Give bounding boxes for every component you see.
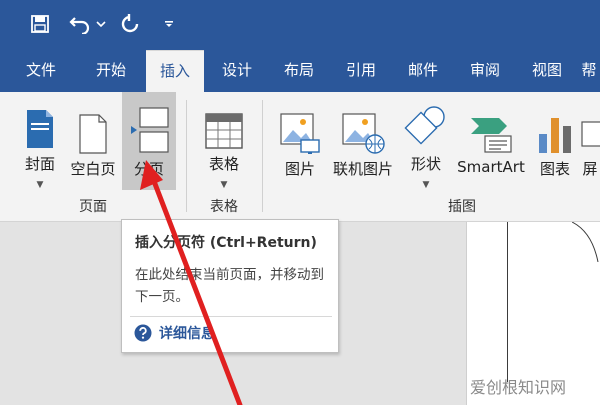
online-picture-icon [341,98,385,154]
tell-me-more-label: 详细信息 [159,326,215,342]
undo-icon[interactable] [66,10,94,38]
screenshot-icon [580,98,600,154]
tooltip-divider [130,316,332,317]
table-label: 表格 [208,155,239,173]
illustrations-group-label: 插图 [448,199,476,215]
tooltip-title: 插入分页符 (Ctrl+Return) [135,235,317,251]
watermark-text: 爱创根知识网 [470,378,567,397]
tab-design[interactable]: 设计 [208,50,266,92]
chevron-down-icon: ▼ [422,180,430,190]
tables-group-label: 表格 [210,199,238,215]
cover-page-button[interactable]: 封面 ▼ [16,92,64,190]
chart-button[interactable]: 图表 [534,92,576,190]
shapes-icon [404,98,448,149]
group-separator [186,100,187,212]
chevron-down-icon[interactable] [94,10,108,38]
smartart-button[interactable]: SmartArt [452,92,530,190]
blank-page-label: 空白页 [70,160,116,178]
group-separator [262,100,263,212]
tab-mailings[interactable]: 邮件 [394,50,452,92]
chevron-down-icon: ▼ [36,180,44,190]
online-pictures-button[interactable]: 联机图片 [328,92,398,190]
tab-review[interactable]: 审阅 [456,50,514,92]
table-button[interactable]: 表格 ▼ [198,92,250,190]
pages-group-label: 页面 [79,199,107,215]
customize-icon[interactable] [160,10,178,38]
tab-insert[interactable]: 插入 [146,50,204,92]
screenshot-button[interactable]: 屏 [580,92,600,190]
tab-layout[interactable]: 布局 [270,50,328,92]
ribbon-insert-panel: 封面 ▼ 空白页 分页 页面 表格 ▼ 表格 图片 联机图片 形状 ▼ Smar… [0,92,600,222]
page-break-button[interactable]: 分页 [122,92,176,190]
tell-me-more-link[interactable]: 详细信息 [134,323,215,343]
repeat-icon[interactable] [116,10,144,38]
shapes-label: 形状 [410,155,441,173]
smartart-icon [469,98,513,154]
cover-page-icon [26,98,54,149]
page-corner-mark [572,222,599,262]
tooltip-description: 在此处结束当前页面，并移动到下一页。 [135,267,324,305]
save-icon[interactable] [26,10,54,38]
page-break-label: 分页 [133,160,164,178]
smartart-label: SmartArt [457,158,525,176]
page-margin-line [507,222,508,382]
blank-page-button[interactable]: 空白页 [66,92,120,190]
screenshot-label: 屏 [582,160,598,178]
chart-icon [537,98,573,154]
chevron-down-icon: ▼ [220,180,228,190]
shapes-button[interactable]: 形状 ▼ [400,92,452,190]
help-icon [134,324,152,342]
cover-page-label: 封面 [24,155,55,173]
ribbon-tabs: 文件 开始 插入 设计 布局 引用 邮件 审阅 视图 帮 [0,50,600,92]
tab-view[interactable]: 视图 [518,50,576,92]
picture-icon [279,98,321,154]
tab-references[interactable]: 引用 [332,50,390,92]
tab-file[interactable]: 文件 [10,50,72,92]
tab-help[interactable]: 帮 [578,50,600,92]
blank-page-icon [79,98,107,154]
table-icon [205,98,243,149]
pictures-label: 图片 [284,160,315,178]
quick-access-toolbar [0,0,600,50]
online-pictures-label: 联机图片 [332,160,393,178]
page-break-icon [129,98,169,154]
pictures-button[interactable]: 图片 [274,92,326,190]
page-break-tooltip: 插入分页符 (Ctrl+Return) 在此处结束当前页面，并移动到下一页。 详… [121,219,339,353]
tab-home[interactable]: 开始 [80,50,142,92]
chart-label: 图表 [539,160,570,178]
